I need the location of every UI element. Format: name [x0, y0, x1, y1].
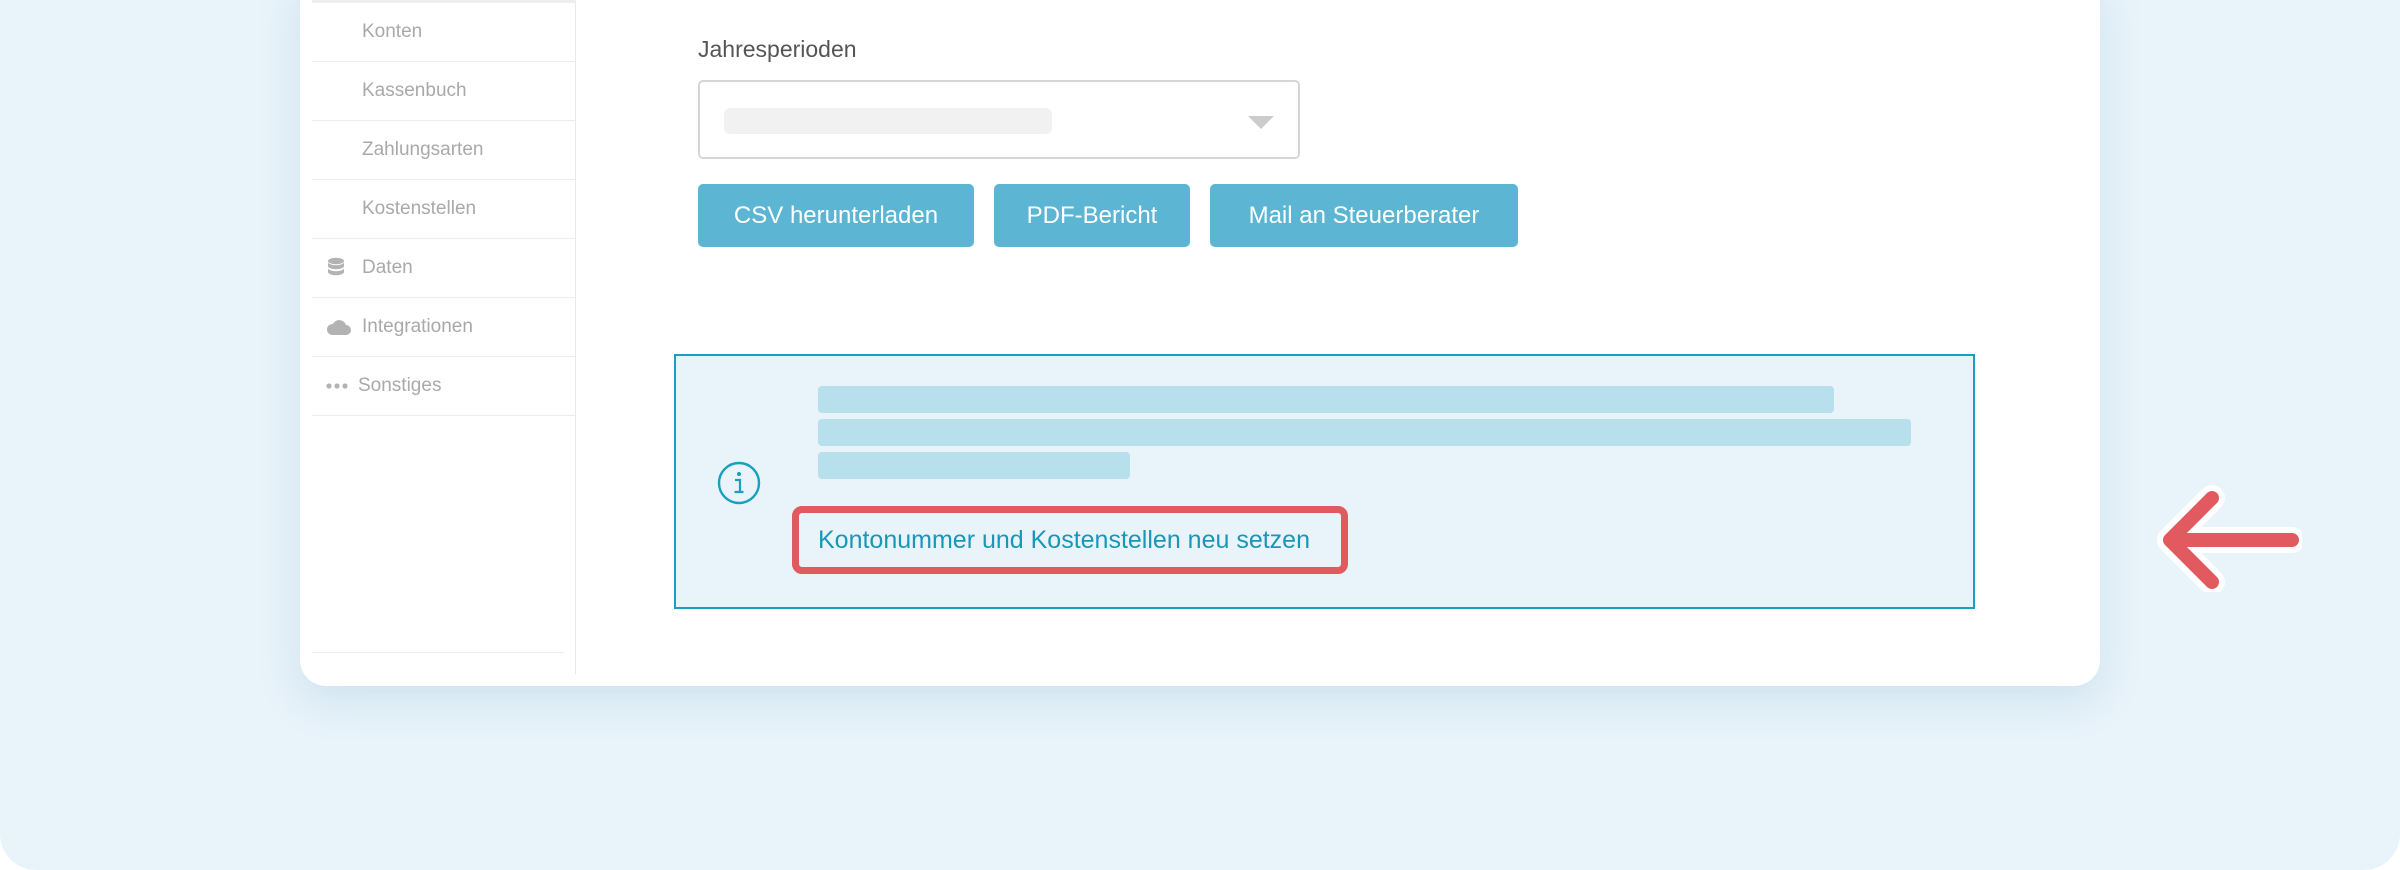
database-icon	[326, 257, 346, 279]
chevron-down-icon	[1248, 116, 1274, 129]
sidebar-item-daten[interactable]: Daten	[312, 239, 576, 298]
sidebar-item-label: Kassenbuch	[362, 80, 467, 101]
settings-card: Konten Kassenbuch Zahlungsarten Kostenst…	[300, 0, 2100, 686]
text-placeholder-line	[818, 419, 1911, 446]
sidebar-item-kostenstellen[interactable]: Kostenstellen	[312, 180, 576, 239]
sidebar-item-label: Kostenstellen	[362, 198, 477, 219]
csv-download-button[interactable]: CSV herunterladen	[698, 184, 974, 247]
mail-tax-advisor-button[interactable]: Mail an Steuerberater	[1210, 184, 1518, 247]
sidebar-bottom-divider	[312, 652, 564, 653]
sidebar-item-label: Zahlungsarten	[362, 139, 484, 160]
pdf-report-button[interactable]: PDF-Bericht	[994, 184, 1190, 247]
period-field-label: Jahresperioden	[698, 36, 857, 62]
sidebar-item-sonstiges[interactable]: Sonstiges	[312, 357, 576, 416]
sidebar-item-label: Integrationen	[362, 316, 473, 337]
sidebar-item-label: Konten	[362, 21, 423, 42]
sidebar-item-zahlungsarten[interactable]: Zahlungsarten	[312, 121, 576, 180]
sidebar: Konten Kassenbuch Zahlungsarten Kostenst…	[312, 0, 576, 674]
text-placeholder-line	[818, 386, 1834, 413]
text-placeholder-line	[818, 452, 1130, 479]
sidebar-item-label: Sonstiges	[358, 375, 442, 396]
sidebar-item-integrationen[interactable]: Integrationen	[312, 298, 576, 357]
pointer-arrow-left-icon	[2156, 482, 2305, 597]
info-icon	[716, 460, 762, 511]
more-dots-icon	[326, 383, 348, 389]
sidebar-item-kassenbuch[interactable]: Kassenbuch	[312, 62, 576, 121]
period-select[interactable]	[698, 80, 1300, 159]
cloud-icon	[326, 318, 352, 336]
highlight-frame	[792, 506, 1348, 574]
select-value-placeholder	[724, 108, 1052, 134]
sidebar-item-konten[interactable]: Konten	[312, 3, 576, 62]
background-stage: Konten Kassenbuch Zahlungsarten Kostenst…	[0, 0, 2400, 870]
sidebar-item-label: Daten	[362, 257, 413, 278]
